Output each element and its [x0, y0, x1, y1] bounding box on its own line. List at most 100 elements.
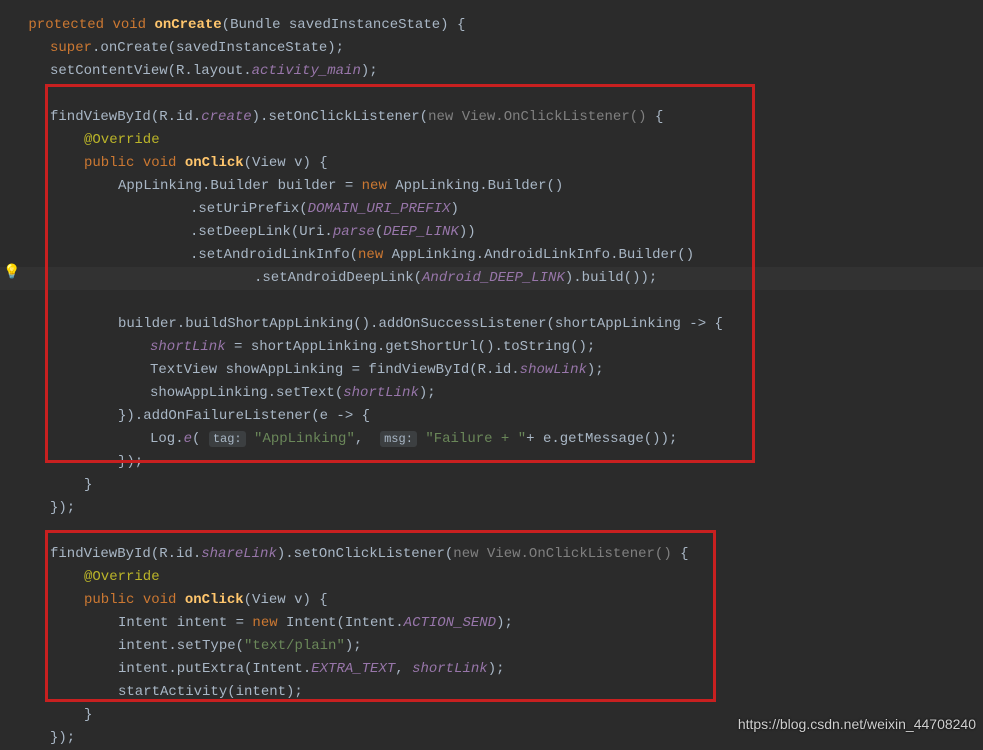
method-onclick: onClick [185, 155, 244, 171]
text: .setAndroidDeepLink( [254, 270, 422, 286]
param-hint-tag: tag: [209, 431, 246, 447]
intention-bulb-icon[interactable]: 💡 [3, 262, 20, 285]
empty-line [0, 83, 983, 106]
keyword-super: super [50, 40, 92, 56]
resource-ref: showLink [520, 362, 587, 378]
param-hint-msg: msg: [380, 431, 417, 447]
code-line: TextView showAppLinking = findViewById(R… [0, 359, 983, 382]
keyword-new: new [252, 615, 277, 631]
brace: { [449, 17, 466, 33]
text: TextView showAppLinking = findViewById(R… [150, 362, 520, 378]
text: ) [450, 201, 458, 217]
string-literal: "Failure + " [425, 431, 526, 447]
code-line: }); [0, 451, 983, 474]
code-line: }).addOnFailureListener(e -> { [0, 405, 983, 428]
keyword-public: public [84, 592, 134, 608]
text: }); [118, 454, 143, 470]
code-line: builder.buildShortAppLinking().addOnSucc… [0, 313, 983, 336]
watermark-text: https://blog.csdn.net/weixin_44708240 [738, 713, 976, 736]
method-onclick: onClick [185, 592, 244, 608]
text: .setAndroidLinkInfo( [190, 247, 358, 263]
param-type: Bundle [230, 17, 280, 33]
code-line: super.onCreate(savedInstanceState); [0, 37, 983, 60]
text: Intent intent = [118, 615, 252, 631]
empty-line [0, 520, 983, 543]
code-line: Intent intent = new Intent(Intent.ACTION… [0, 612, 983, 635]
class-ref: View.OnClickListener() [462, 109, 647, 125]
text: + e.getMessage()); [526, 431, 677, 447]
code-line: findViewById(R.id.create).setOnClickList… [0, 106, 983, 129]
text: findViewById(R.id. [50, 546, 201, 562]
code-line: setContentView(R.layout.activity_main); [0, 60, 983, 83]
text: Intent(Intent. [278, 615, 404, 631]
text: ); [488, 661, 505, 677]
resource-ref: create [201, 109, 251, 125]
code-line: shortLink = shortAppLinking.getShortUrl(… [0, 336, 983, 359]
code-line: showAppLinking.setText(shortLink); [0, 382, 983, 405]
brace: } [84, 707, 92, 723]
keyword-new: new [453, 546, 487, 562]
text: .setDeepLink(Uri. [190, 224, 333, 240]
code-line: @Override [0, 566, 983, 589]
text: Log. [150, 431, 184, 447]
text: setContentView(R.layout. [50, 63, 252, 79]
code-line: findViewById(R.id.shareLink).setOnClickL… [0, 543, 983, 566]
text: findViewById(R.id. [50, 109, 201, 125]
field-ref: shortLink [150, 339, 226, 355]
text: ); [496, 615, 513, 631]
keyword-void: void [134, 155, 184, 171]
text: }); [50, 500, 75, 516]
text: .onCreate(savedInstanceState); [92, 40, 344, 56]
text: ); [345, 638, 362, 654]
code-line: .setAndroidLinkInfo(new AppLinking.Andro… [0, 244, 983, 267]
brace: } [84, 477, 92, 493]
param-name: savedInstanceState [289, 17, 440, 33]
string-literal: "text/plain" [244, 638, 345, 654]
text: AppLinking.Builder() [387, 178, 563, 194]
keyword-public: public [84, 155, 134, 171]
static-method: parse [333, 224, 375, 240]
string-literal: "AppLinking" [254, 431, 355, 447]
annotation-override: @Override [84, 569, 160, 585]
text: ( [375, 224, 383, 240]
code-line: .setUriPrefix(DOMAIN_URI_PREFIX) [0, 198, 983, 221]
code-line-caret: .setAndroidDeepLink(Android_DEEP_LINK).b… [0, 267, 983, 290]
class-ref: View.OnClickListener() [487, 546, 672, 562]
text: }); [50, 730, 75, 746]
empty-line [0, 290, 983, 313]
text: }).addOnFailureListener(e -> { [118, 408, 370, 424]
method-oncreate: onCreate [154, 17, 221, 33]
text: , [395, 661, 412, 677]
text: startActivity(intent); [118, 684, 303, 700]
constant-ref: ACTION_SEND [404, 615, 496, 631]
code-line: Log.e( tag: "AppLinking", msg: "Failure … [0, 428, 983, 451]
code-line: .setDeepLink(Uri.parse(DEEP_LINK)) [0, 221, 983, 244]
text: intent.putExtra(Intent. [118, 661, 311, 677]
text: .setUriPrefix( [190, 201, 308, 217]
keyword-new: new [362, 178, 387, 194]
constant-ref: DOMAIN_URI_PREFIX [308, 201, 451, 217]
constant-ref: Android_DEEP_LINK [422, 270, 565, 286]
text: builder.buildShortAppLinking().addOnSucc… [118, 316, 723, 332]
code-line: startActivity(intent); [0, 681, 983, 704]
text: ( [192, 431, 209, 447]
code-line: intent.putExtra(Intent.EXTRA_TEXT, short… [0, 658, 983, 681]
text: ).build()); [565, 270, 657, 286]
text: ); [587, 362, 604, 378]
constant-ref: EXTRA_TEXT [311, 661, 395, 677]
text: , [355, 431, 380, 447]
annotation-override: @Override [84, 132, 160, 148]
code-line: AppLinking.Builder builder = new AppLink… [0, 175, 983, 198]
code-line: } [0, 474, 983, 497]
field-ref: shortLink [343, 385, 419, 401]
code-line: @Override [0, 129, 983, 152]
code-editor[interactable]: protected void onCreate(Bundle savedInst… [0, 0, 983, 750]
static-method: e [184, 431, 192, 447]
code-line: }); [0, 497, 983, 520]
text: AppLinking.Builder builder = [118, 178, 362, 194]
brace: { [647, 109, 664, 125]
text: )) [459, 224, 476, 240]
code-line: public void onClick(View v) { [0, 589, 983, 612]
field-ref: shortLink [412, 661, 488, 677]
brace: { [672, 546, 689, 562]
